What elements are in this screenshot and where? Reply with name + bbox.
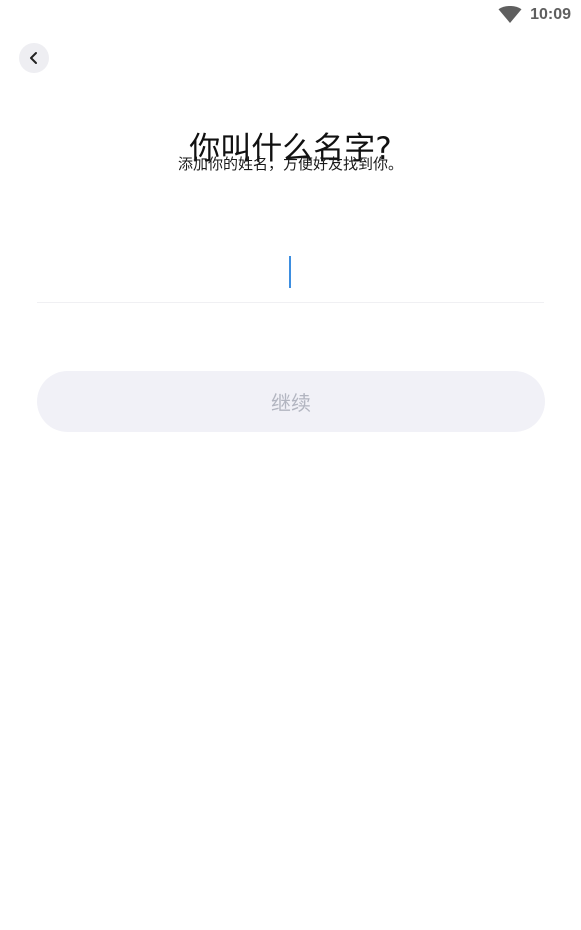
continue-button[interactable]: 继续 [37,371,545,432]
back-button[interactable] [19,43,49,73]
status-time: 10:09 [530,6,571,23]
text-cursor [289,256,291,288]
chevron-left-icon [30,52,37,64]
page-subtitle: 添加你的姓名，方便好友找到你。 [177,155,403,173]
status-bar: 10:09 [0,0,581,30]
wifi-icon [498,6,522,23]
name-field[interactable] [37,240,544,303]
